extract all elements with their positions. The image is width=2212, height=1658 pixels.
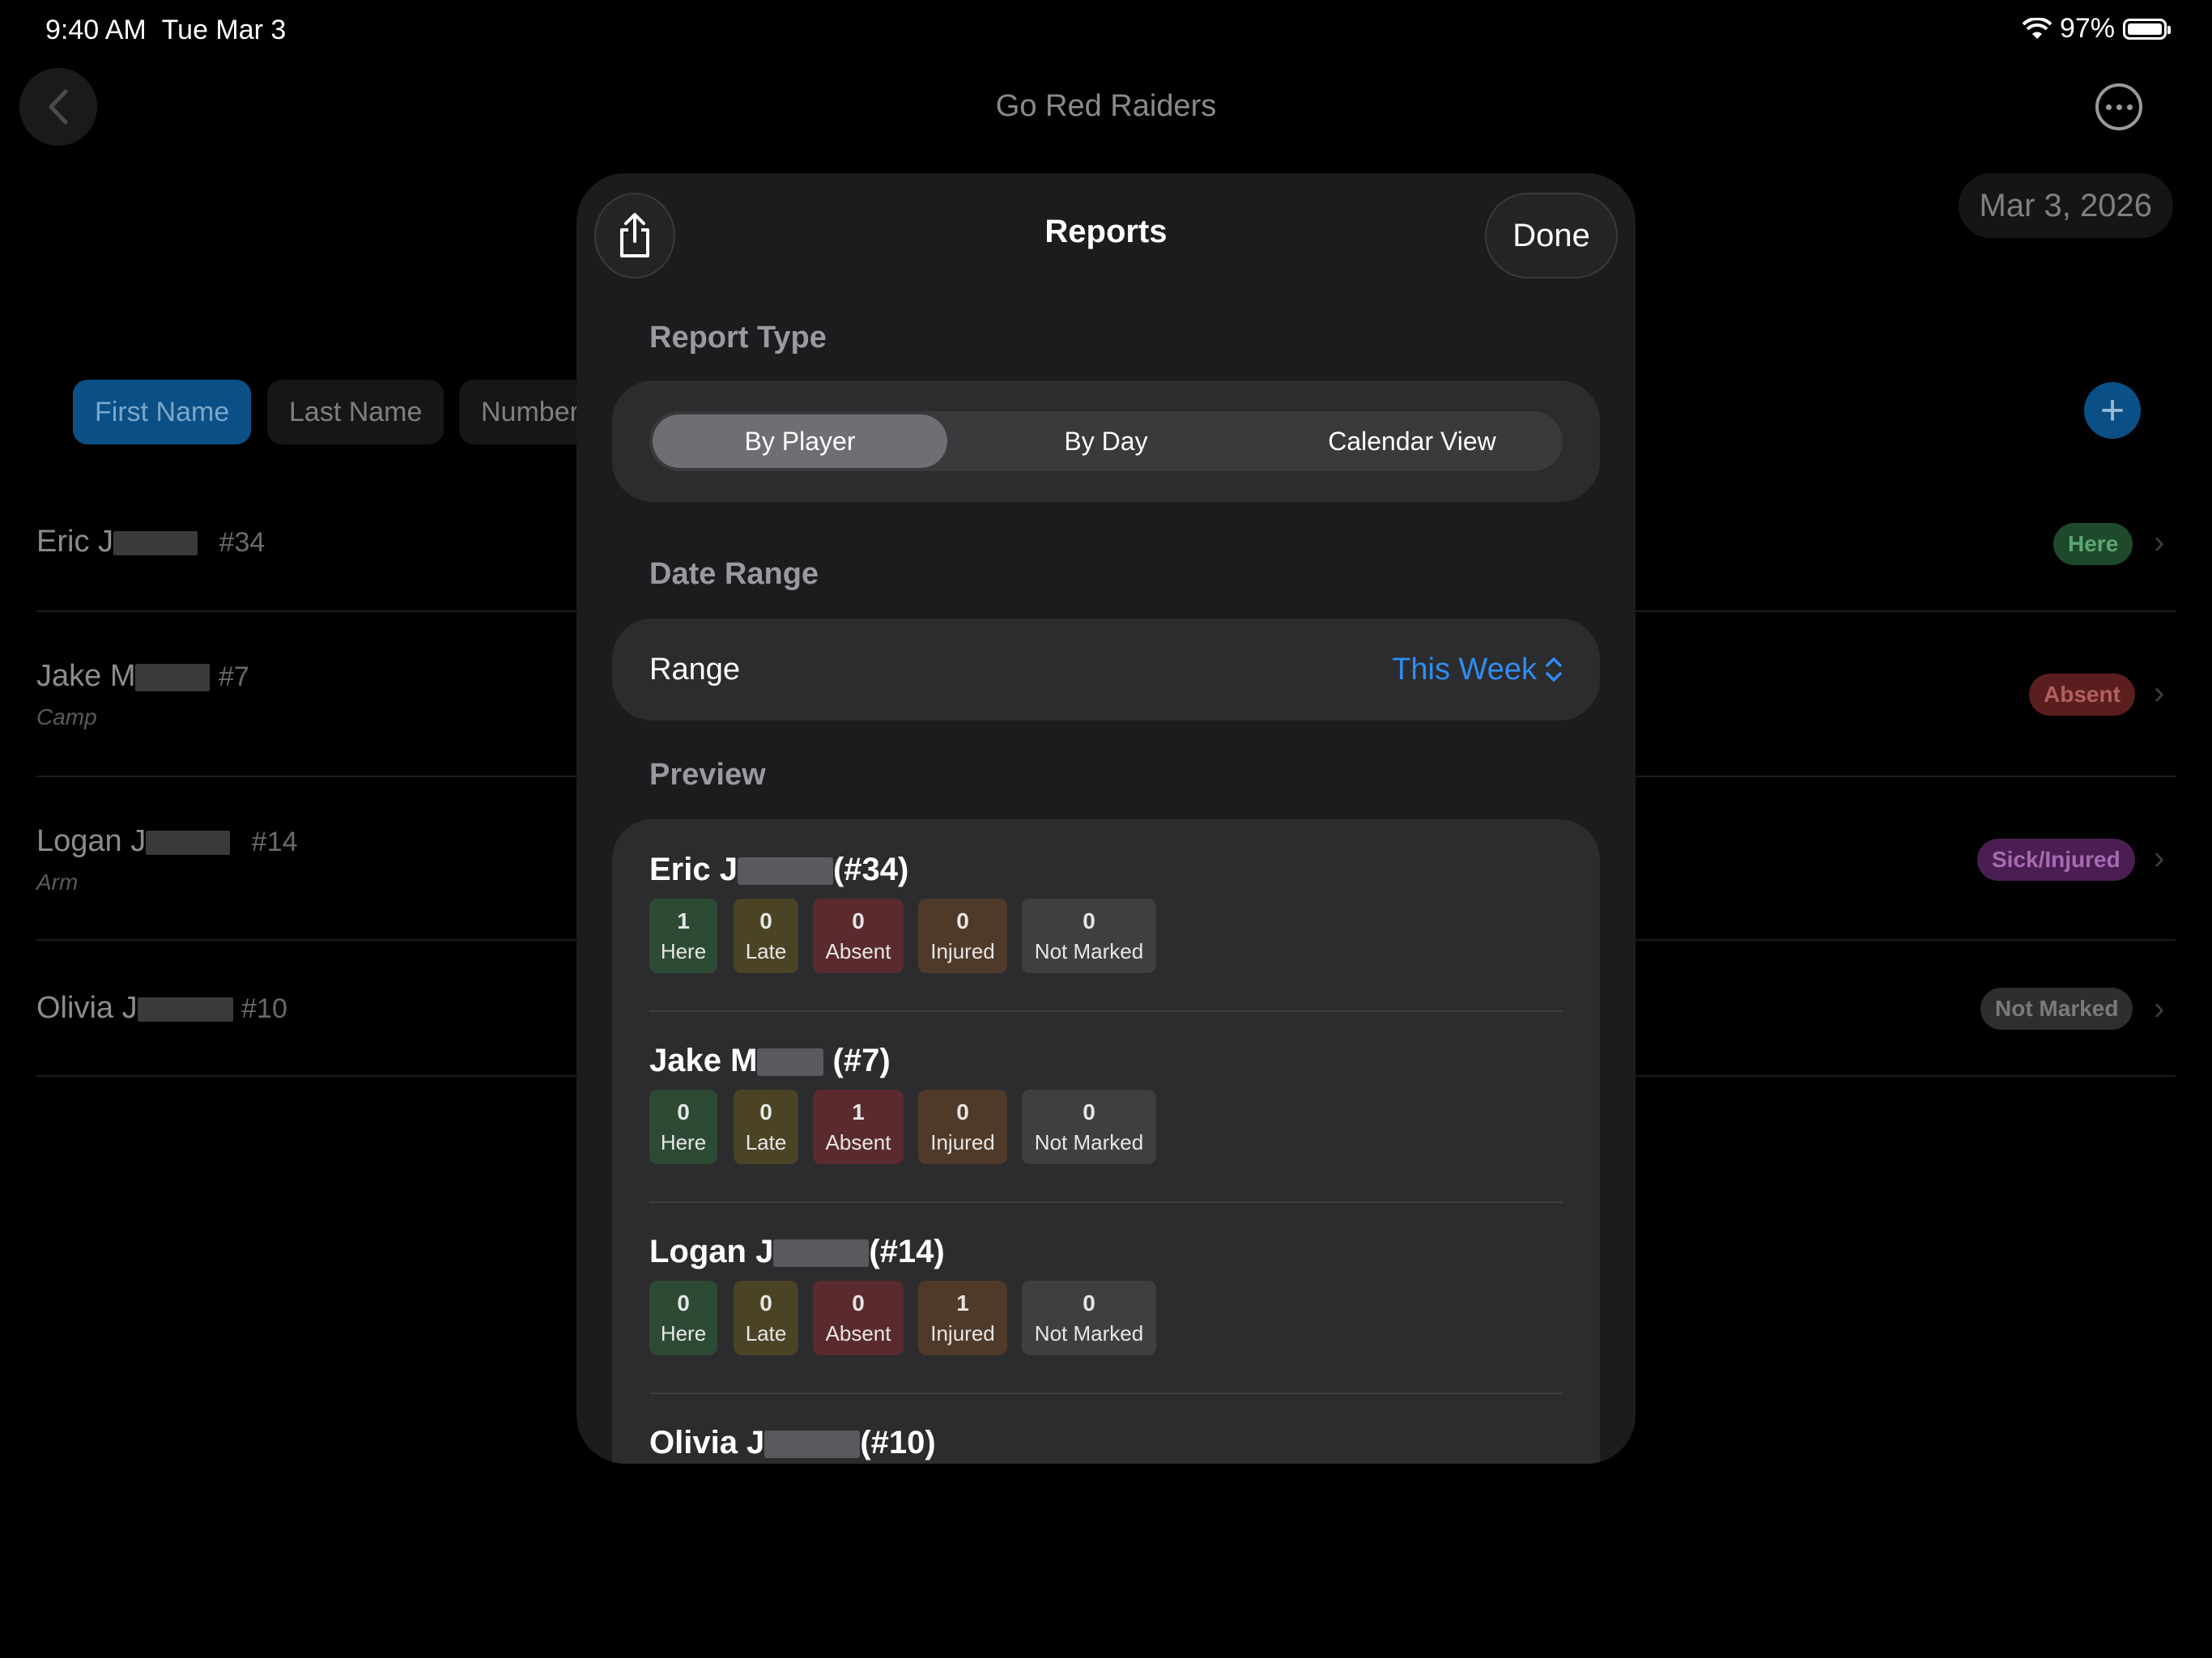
- more-button[interactable]: [2068, 68, 2170, 146]
- stat-here: 0 Here: [649, 1090, 717, 1164]
- range-row[interactable]: Range This Week: [612, 619, 1600, 721]
- chevron-right-icon: ›: [2154, 840, 2165, 876]
- date-picker-button[interactable]: Mar 3, 2026: [1958, 173, 2173, 238]
- stat-injured: 0 Injured: [918, 1090, 1007, 1164]
- divider: [649, 1392, 1563, 1394]
- range-label: Range: [649, 652, 740, 687]
- stat-late: 0 Late: [734, 1090, 798, 1164]
- divider: [649, 1201, 1563, 1203]
- preview-player-name: Logan J (#14): [649, 1234, 945, 1269]
- ellipsis-circle-icon: [2095, 83, 2142, 130]
- status-badge: Absent: [2029, 674, 2135, 716]
- chevron-right-icon: ›: [2154, 991, 2165, 1027]
- reports-sheet: Reports Done Report Type By Player By Da…: [576, 173, 1636, 1464]
- chevron-right-icon: ›: [2154, 675, 2165, 711]
- sort-last-name[interactable]: Last Name: [267, 380, 445, 444]
- segment-by-day[interactable]: By Day: [959, 414, 1253, 468]
- stat-not-marked: 0 Not Marked: [1022, 899, 1156, 973]
- stat-absent: 0 Absent: [813, 1281, 904, 1355]
- report-type-segmented-control: By Player By Day Calendar View: [649, 411, 1563, 471]
- player-row-name[interactable]: Logan J #14: [36, 824, 298, 859]
- preview-player-name: Olivia J (#10): [649, 1425, 936, 1460]
- add-player-button[interactable]: +: [2084, 382, 2141, 439]
- preview-player-name: Eric J (#34): [649, 852, 909, 887]
- stat-absent: 0 Absent: [813, 899, 904, 973]
- player-note: Camp: [36, 704, 97, 729]
- preview-label: Preview: [649, 758, 766, 792]
- stat-not-marked: 0 Not Marked: [1022, 1090, 1156, 1164]
- player-row-name[interactable]: Olivia J #10: [36, 991, 287, 1026]
- stat-here: 1 Here: [649, 899, 717, 973]
- stat-not-marked: 0 Not Marked: [1022, 1281, 1156, 1355]
- player-note: Arm: [36, 869, 79, 895]
- segment-calendar-view[interactable]: Calendar View: [1265, 414, 1559, 468]
- player-row-name[interactable]: Eric J #34: [36, 525, 265, 559]
- sheet-title: Reports: [1044, 214, 1168, 249]
- report-type-label: Report Type: [649, 321, 827, 355]
- up-down-chevron-icon: [1546, 657, 1562, 682]
- range-picker[interactable]: This Week: [1392, 619, 1563, 721]
- player-row-name[interactable]: Jake M #7: [36, 659, 249, 694]
- preview-player-name: Jake M (#7): [649, 1043, 891, 1078]
- segment-by-player[interactable]: By Player: [653, 414, 947, 468]
- preview-card: Eric J (#34) 1 Here 0 Late 0 Absent 0 Injured…: [612, 819, 1600, 1464]
- stat-late: 0 Late: [734, 1281, 798, 1355]
- stat-absent: 1 Absent: [813, 1090, 904, 1164]
- divider: [649, 1010, 1563, 1012]
- stat-late: 0 Late: [734, 899, 798, 973]
- done-button[interactable]: Done: [1485, 193, 1618, 278]
- stat-here: 0 Here: [649, 1281, 717, 1355]
- sort-first-name[interactable]: First Name: [73, 380, 252, 444]
- report-type-card: By Player By Day Calendar View: [612, 380, 1600, 502]
- chevron-right-icon: ›: [2154, 525, 2165, 560]
- range-value: This Week: [1392, 652, 1537, 687]
- team-title: Go Red Raiders: [995, 89, 1217, 123]
- status-badge: Sick/Injured: [1977, 839, 2135, 881]
- date-range-label: Date Range: [649, 557, 819, 591]
- status-badge: Here: [2053, 523, 2133, 565]
- stat-injured: 1 Injured: [918, 1281, 1007, 1355]
- plus-icon: +: [2099, 387, 2125, 434]
- stat-injured: 0 Injured: [918, 899, 1007, 973]
- status-badge: Not Marked: [1980, 988, 2133, 1030]
